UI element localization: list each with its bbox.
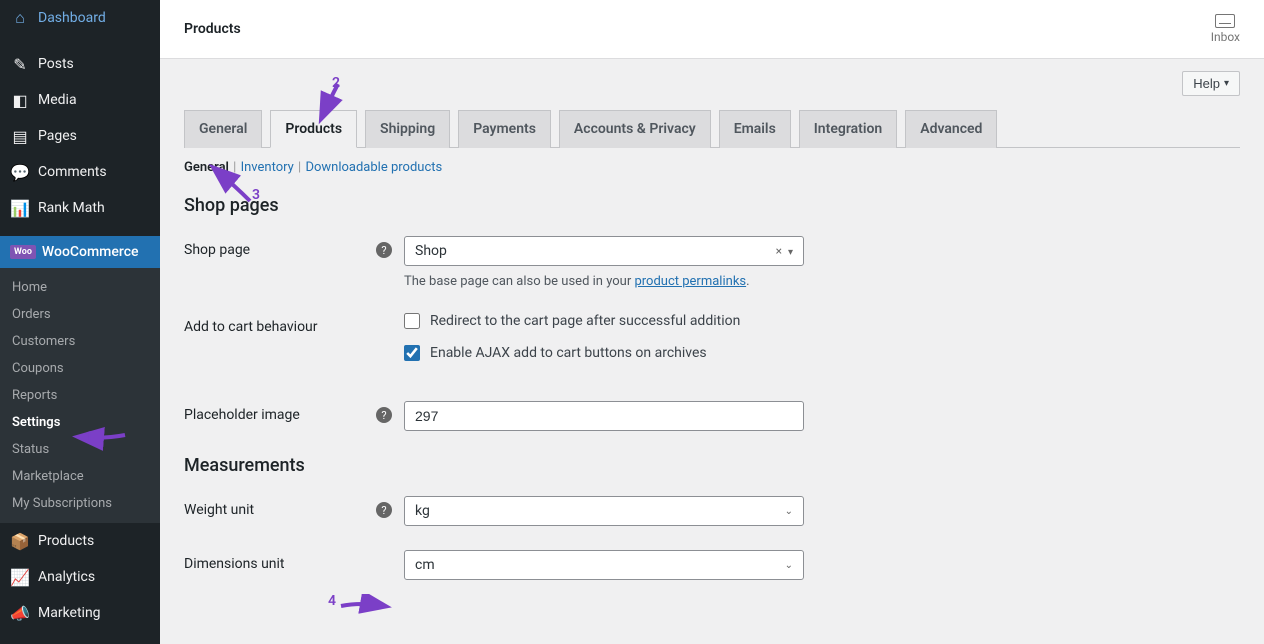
inbox-button[interactable]: Inbox [1211, 14, 1240, 44]
annotation-4: 4 [328, 593, 336, 609]
shop-page-hint: The base page can also be used in your p… [404, 274, 824, 289]
tab-products[interactable]: Products [270, 110, 357, 148]
tab-advanced[interactable]: Advanced [905, 110, 997, 148]
marketing-icon: 📣 [10, 603, 30, 623]
label-add-to-cart: Add to cart behaviour [184, 319, 318, 335]
submenu-customers[interactable]: Customers [0, 328, 160, 355]
admin-sidebar: ⌂Dashboard ✎Posts ◧Media ▤Pages 💬Comment… [0, 0, 160, 644]
menu-posts[interactable]: ✎Posts [0, 46, 160, 82]
page-title: Products [184, 21, 241, 37]
heading-shop-pages: Shop pages [184, 195, 1240, 216]
tab-emails[interactable]: Emails [719, 110, 791, 148]
annotation-arrow-4 [336, 594, 396, 624]
menu-marketing[interactable]: 📣Marketing [0, 595, 160, 631]
subnav-downloadable[interactable]: Downloadable products [305, 160, 442, 175]
pin-icon: ✎ [10, 54, 30, 74]
heading-measurements: Measurements [184, 455, 1240, 476]
submenu-orders[interactable]: Orders [0, 301, 160, 328]
topbar: Products Inbox [160, 0, 1264, 59]
submenu-settings[interactable]: Settings [0, 409, 160, 436]
label-placeholder-image: Placeholder image [184, 407, 300, 423]
label-shop-page: Shop page [184, 242, 250, 258]
media-icon: ◧ [10, 90, 30, 110]
shop-page-select[interactable]: Shop ×▾ [404, 236, 804, 266]
menu-dashboard[interactable]: ⌂Dashboard [0, 0, 160, 36]
menu-products[interactable]: 📦Products [0, 523, 160, 559]
products-icon: 📦 [10, 531, 30, 551]
help-tip-icon[interactable]: ? [376, 407, 392, 423]
woo-icon: Woo [10, 245, 36, 259]
subnav-inventory[interactable]: Inventory [241, 160, 294, 175]
checkbox-redirect-cart[interactable] [404, 313, 420, 329]
placeholder-image-input[interactable] [404, 401, 804, 431]
permalinks-link[interactable]: product permalinks [634, 274, 746, 289]
menu-rankmath[interactable]: 📊Rank Math [0, 190, 160, 226]
submenu-marketplace[interactable]: Marketplace [0, 463, 160, 490]
label-weight-unit: Weight unit [184, 502, 254, 518]
woo-submenu: Home Orders Customers Coupons Reports Se… [0, 268, 160, 523]
tab-shipping[interactable]: Shipping [365, 110, 450, 148]
submenu-status[interactable]: Status [0, 436, 160, 463]
clear-icon[interactable]: × [776, 244, 782, 258]
menu-woocommerce[interactable]: WooWooCommerce [0, 236, 160, 268]
help-tip-icon[interactable]: ? [376, 502, 392, 518]
menu-pages[interactable]: ▤Pages [0, 118, 160, 154]
chevron-down-icon: ⌄ [785, 560, 793, 571]
submenu-reports[interactable]: Reports [0, 382, 160, 409]
chevron-down-icon: ▾ [788, 247, 793, 258]
help-button[interactable]: Help [1182, 71, 1240, 96]
submenu-coupons[interactable]: Coupons [0, 355, 160, 382]
menu-analytics[interactable]: 📈Analytics [0, 559, 160, 595]
tab-general[interactable]: General [184, 110, 262, 148]
tab-payments[interactable]: Payments [458, 110, 551, 148]
chevron-down-icon: ⌄ [785, 506, 793, 517]
menu-media[interactable]: ◧Media [0, 82, 160, 118]
chart-icon: 📊 [10, 198, 30, 218]
dashboard-icon: ⌂ [10, 8, 30, 28]
annotation-2: 2 [332, 75, 340, 91]
settings-tabs: General Products Shipping Payments Accou… [184, 109, 1240, 148]
weight-unit-select[interactable]: kg⌄ [404, 496, 804, 526]
tab-accounts[interactable]: Accounts & Privacy [559, 110, 711, 148]
dimensions-unit-select[interactable]: cm⌄ [404, 550, 804, 580]
label-dimensions-unit: Dimensions unit [184, 556, 285, 572]
menu-comments[interactable]: 💬Comments [0, 154, 160, 190]
help-tip-icon[interactable]: ? [376, 242, 392, 258]
subnav-general[interactable]: General [184, 160, 229, 175]
tab-integration[interactable]: Integration [799, 110, 897, 148]
inbox-icon [1215, 14, 1235, 28]
page-icon: ▤ [10, 126, 30, 146]
checkbox-ajax-cart[interactable] [404, 345, 420, 361]
submenu-subscriptions[interactable]: My Subscriptions [0, 490, 160, 517]
comment-icon: 💬 [10, 162, 30, 182]
submenu-home[interactable]: Home [0, 274, 160, 301]
analytics-icon: 📈 [10, 567, 30, 587]
section-subnav: General | Inventory | Downloadable produ… [184, 148, 1240, 187]
